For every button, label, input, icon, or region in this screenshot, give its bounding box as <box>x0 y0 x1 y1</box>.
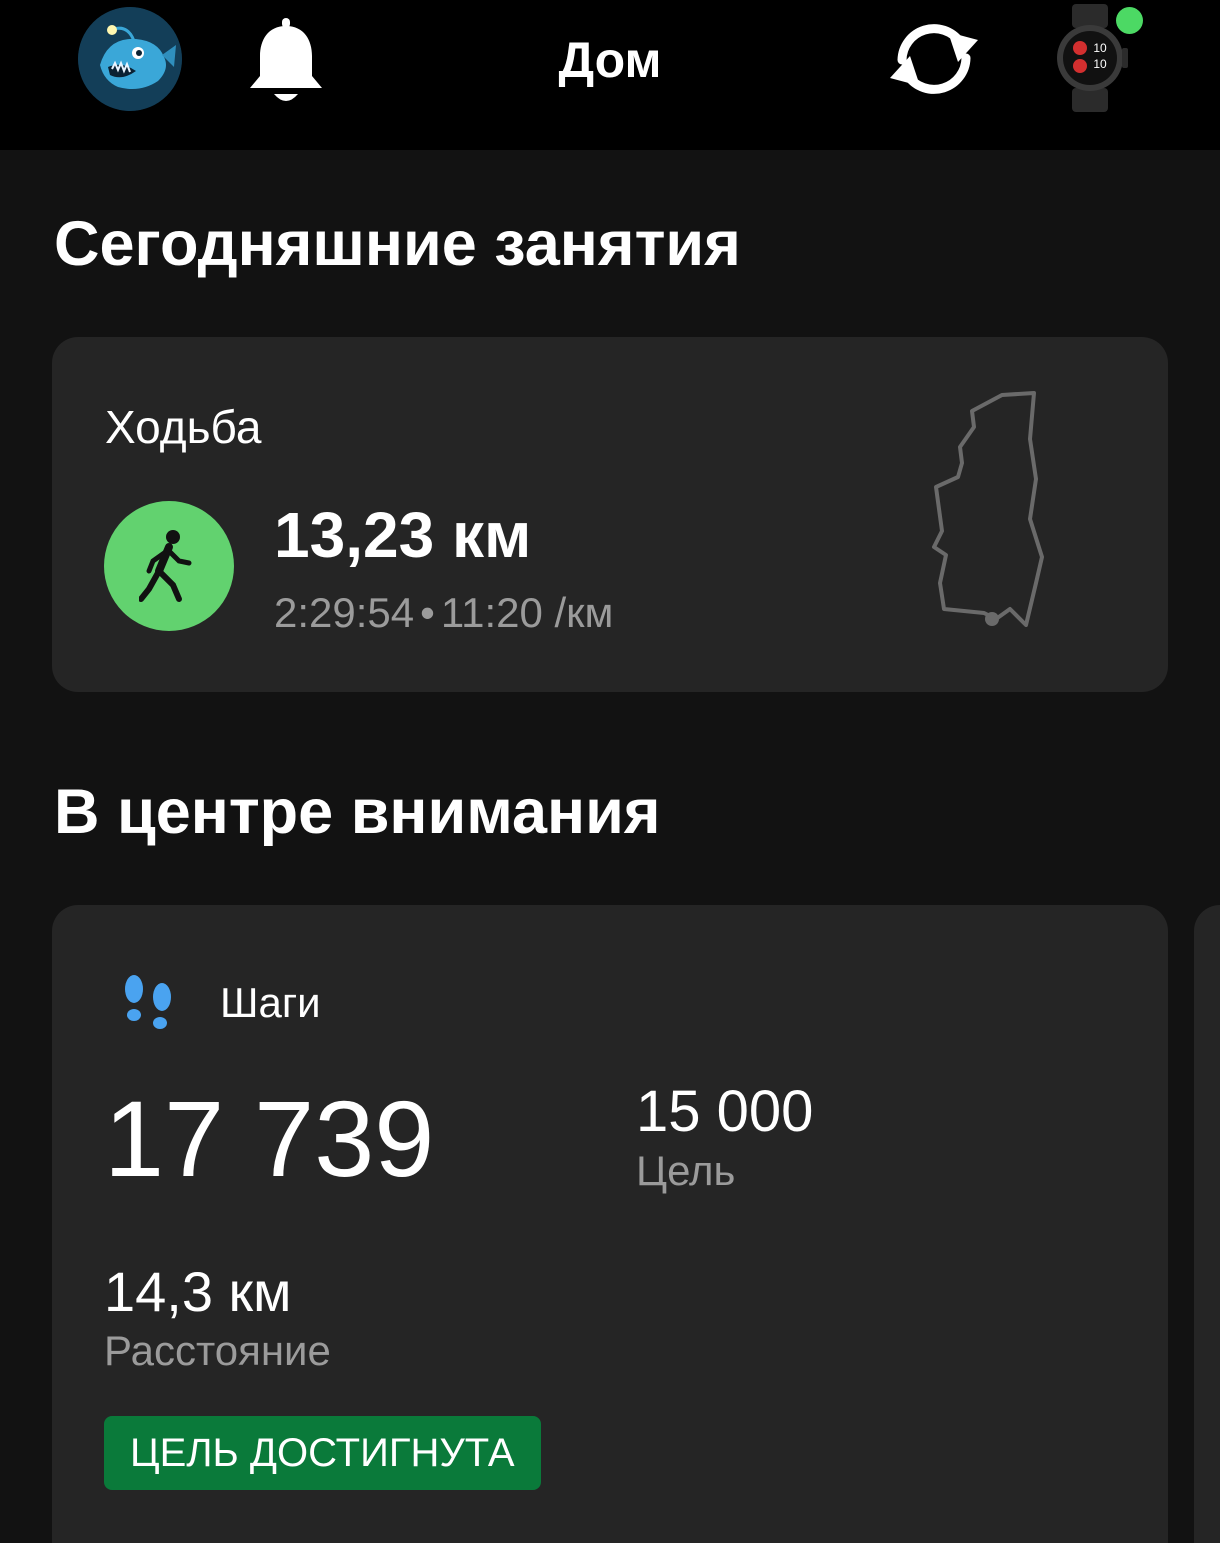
activity-card[interactable]: Ходьба 13,23 км 2:29:54 • 11:20 /км <box>52 337 1168 692</box>
highlights-section-title: В центре внимания <box>54 777 661 847</box>
steps-distance-value: 14,3 км <box>104 1260 292 1323</box>
sync-icon[interactable] <box>888 20 980 98</box>
today-section-title: Сегодняшние занятия <box>54 209 741 279</box>
activity-details: 2:29:54 • 11:20 /км <box>274 587 613 639</box>
footprints-icon <box>125 975 171 1029</box>
activity-duration: 2:29:54 <box>274 589 415 636</box>
goal-reached-badge: ЦЕЛЬ ДОСТИГНУТА <box>104 1416 541 1490</box>
activity-distance: 13,23 км <box>274 499 532 571</box>
profile-avatar[interactable] <box>78 7 182 111</box>
activity-type-badge <box>104 501 234 631</box>
steps-distance-label: Расстояние <box>104 1327 331 1374</box>
steps-label: Шаги <box>220 979 321 1026</box>
anglerfish-avatar-icon <box>78 7 182 111</box>
activity-name: Ходьба <box>105 401 262 453</box>
steps-goal-value: 15 000 <box>636 1079 814 1144</box>
app-screen: Дом 10 10 Сегодняшние занятия Ходьба 13,… <box>0 0 1220 1543</box>
device-connected-indicator <box>1116 7 1143 34</box>
route-map-thumbnail <box>932 391 1044 627</box>
separator-dot: • <box>420 589 435 636</box>
next-highlight-card[interactable] <box>1194 905 1220 1543</box>
bell-icon[interactable] <box>248 18 324 104</box>
svg-text:10: 10 <box>1093 41 1107 55</box>
steps-count: 17 739 <box>104 1078 435 1199</box>
svg-text:10: 10 <box>1093 57 1107 71</box>
steps-goal-label: Цель <box>636 1147 736 1194</box>
steps-card[interactable]: Шаги 17 739 15 000 Цель 14,3 км Расстоян… <box>52 905 1168 1543</box>
activity-pace: 11:20 /км <box>440 589 614 636</box>
top-bar: Дом 10 10 <box>0 0 1220 150</box>
page-title: Дом <box>558 32 662 88</box>
walking-person-icon <box>139 530 192 602</box>
